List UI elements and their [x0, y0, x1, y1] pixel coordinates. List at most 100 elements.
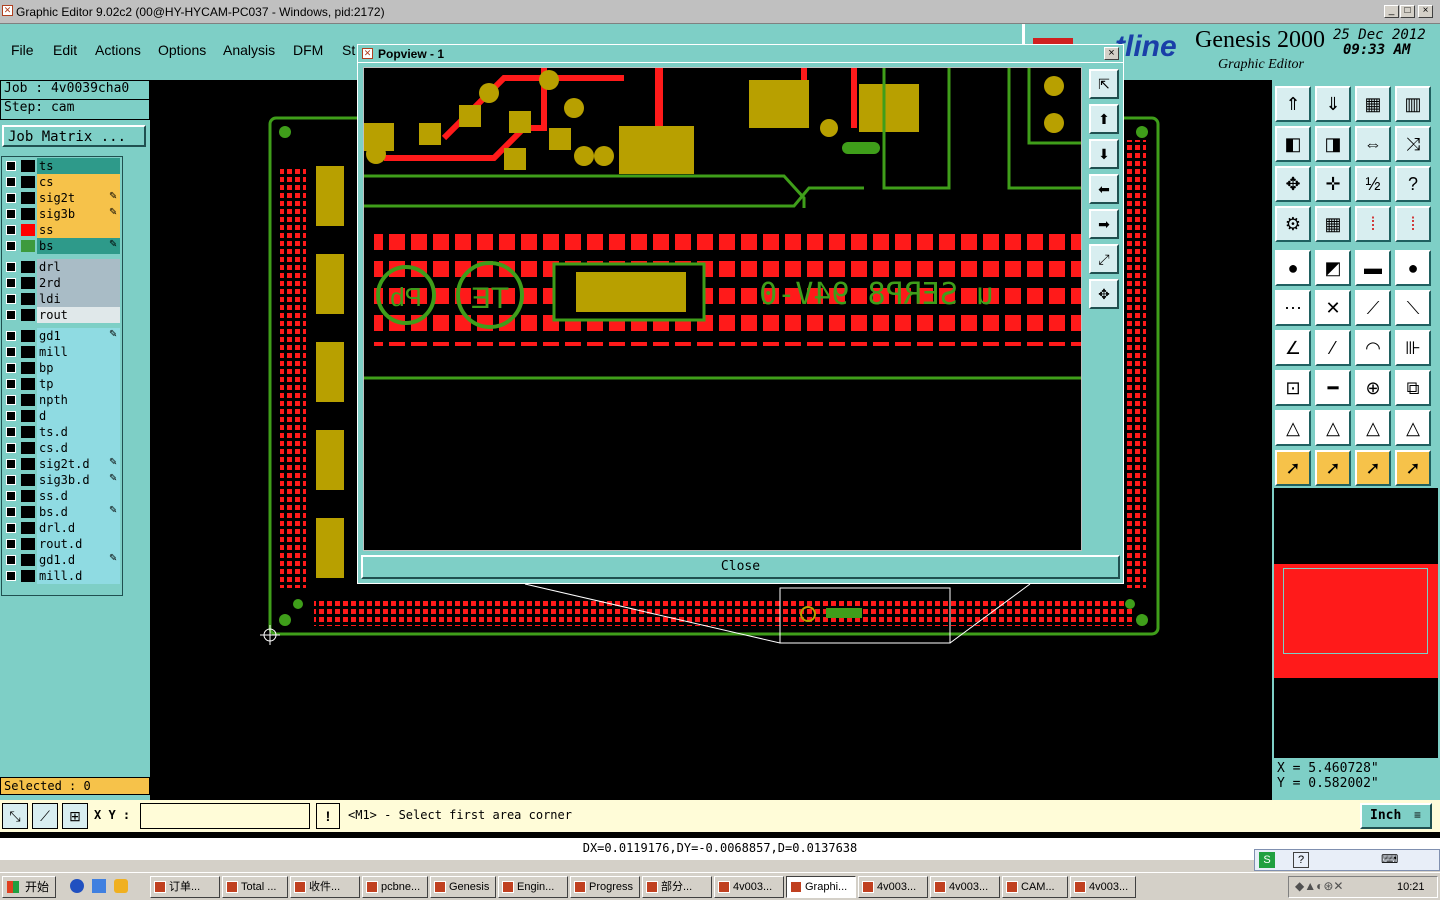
layer-checkbox[interactable]	[6, 395, 16, 405]
center-icon[interactable]: ⊕	[1355, 370, 1391, 406]
cross-icon[interactable]: ✕	[1315, 290, 1351, 326]
taskbar-item[interactable]: 4v003...	[714, 876, 784, 898]
layer-name[interactable]: drl	[37, 259, 120, 275]
quicklaunch-outlook-icon[interactable]	[92, 879, 106, 893]
layer-row-ss-d[interactable]: ss.d	[3, 488, 120, 504]
layer-color-swatch[interactable]	[21, 208, 35, 220]
unit-select[interactable]: Inch ≡	[1360, 803, 1432, 829]
alert-icon[interactable]: !	[316, 803, 340, 829]
layer-name[interactable]: ts.d	[37, 424, 120, 440]
layer-checkbox[interactable]	[6, 411, 16, 421]
layer-color-swatch[interactable]	[21, 293, 35, 305]
settings-icon[interactable]: ⚙	[1275, 206, 1311, 242]
pan-left-icon[interactable]: ⬅	[1089, 174, 1119, 204]
layer-color-swatch[interactable]	[21, 346, 35, 358]
layer-color-swatch[interactable]	[21, 538, 35, 550]
start-button[interactable]: 开始	[2, 876, 56, 898]
overview-map[interactable]	[1274, 488, 1438, 758]
select-circle-icon[interactable]: ➚	[1355, 450, 1391, 486]
layer-row-sig3b[interactable]: sig3b ✎	[3, 206, 120, 222]
layer-checkbox[interactable]	[6, 209, 16, 219]
layer-color-swatch[interactable]	[21, 474, 35, 486]
layer-color-swatch[interactable]	[21, 442, 35, 454]
select-icon[interactable]: ➚	[1275, 450, 1311, 486]
layer-color-swatch[interactable]	[21, 378, 35, 390]
popview-close-button[interactable]: Close	[361, 555, 1120, 579]
pan-up-icon[interactable]: ⇱	[1089, 69, 1119, 99]
taskbar-item[interactable]: Progress	[570, 876, 640, 898]
layer-name[interactable]: ss	[37, 222, 120, 238]
layer-row-sig2t[interactable]: sig2t ✎	[3, 190, 120, 206]
layer-name[interactable]: bp	[37, 360, 120, 376]
quicklaunch-ie-icon[interactable]	[70, 879, 84, 893]
menu-st[interactable]: St	[342, 42, 355, 58]
connect-icon[interactable]: ⋯	[1275, 290, 1311, 326]
layer-name[interactable]: d	[37, 408, 120, 424]
home-view-icon[interactable]: ✥	[1089, 279, 1119, 309]
highlight-icon[interactable]: ◩	[1315, 250, 1351, 286]
layer-row-ts-d[interactable]: ts.d	[3, 424, 120, 440]
layer-name[interactable]: drl.d	[37, 520, 120, 536]
taskbar-item[interactable]: 4v003...	[930, 876, 1000, 898]
menu-actions[interactable]: Actions	[95, 42, 141, 58]
job-matrix-button[interactable]: Job Matrix ...	[2, 125, 146, 147]
layer-color-swatch[interactable]	[21, 458, 35, 470]
menu-dfm[interactable]: DFM	[293, 42, 323, 58]
layer-checkbox[interactable]	[6, 310, 16, 320]
layer-color-swatch[interactable]	[21, 160, 35, 172]
layer-checkbox[interactable]	[6, 331, 16, 341]
quicklaunch-app-icon[interactable]	[114, 879, 128, 893]
layer-name[interactable]: cs.d	[37, 440, 120, 456]
menu-options[interactable]: Options	[158, 42, 206, 58]
popview-view[interactable]: Pb TE u SERP8 94V-0	[363, 67, 1082, 551]
layer-row-sig3b-d[interactable]: sig3b.d ✎	[3, 472, 120, 488]
triangle-c-icon[interactable]: △	[1355, 410, 1391, 446]
layer-name[interactable]: ss.d	[37, 488, 120, 504]
layer-color-swatch[interactable]	[21, 570, 35, 582]
move-down-icon[interactable]: ⇓	[1315, 86, 1351, 122]
maximize-button[interactable]: □	[1400, 5, 1415, 18]
layer-color-swatch[interactable]	[21, 176, 35, 188]
snap-grid-icon[interactable]: ⊞	[62, 803, 88, 829]
grid-icon[interactable]: ▦	[1315, 206, 1351, 242]
taskbar-item[interactable]: Genesis	[430, 876, 496, 898]
layer-checkbox[interactable]	[6, 571, 16, 581]
layer-checkbox[interactable]	[6, 507, 16, 517]
fit-view-icon[interactable]: ⤢	[1089, 244, 1119, 274]
layer-name[interactable]: bs	[37, 238, 120, 254]
popview-close-icon[interactable]: ×	[1104, 47, 1119, 60]
pan-left-icon[interactable]: ◧	[1275, 126, 1311, 162]
layer-color-swatch[interactable]	[21, 522, 35, 534]
fit-profile-icon[interactable]: ✛	[1315, 166, 1351, 202]
layer-row-ldi[interactable]: ldi	[3, 291, 120, 307]
taskbar-item[interactable]: 订单...	[150, 876, 220, 898]
flip-icon[interactable]: ⤨	[1395, 126, 1431, 162]
triangle-b-icon[interactable]: △	[1315, 410, 1351, 446]
layer-color-swatch[interactable]	[21, 224, 35, 236]
taskbar-item[interactable]: 收件...	[290, 876, 360, 898]
pan-right-icon[interactable]: ◨	[1315, 126, 1351, 162]
layer-checkbox[interactable]	[6, 523, 16, 533]
layer-name[interactable]: rout	[37, 307, 120, 323]
layer-name[interactable]: sig3b	[37, 206, 120, 222]
layer-checkbox[interactable]	[6, 193, 16, 203]
measure-icon[interactable]: ⟋	[32, 803, 58, 829]
layer-color-swatch[interactable]	[21, 554, 35, 566]
taskbar-item[interactable]: Graphi...	[786, 876, 856, 898]
query-icon[interactable]: ?	[1395, 166, 1431, 202]
layer-color-swatch[interactable]	[21, 192, 35, 204]
triangle-d-icon[interactable]: △	[1395, 410, 1431, 446]
layer-row-tp[interactable]: tp	[3, 376, 120, 392]
layer-row-drl[interactable]: drl	[3, 259, 120, 275]
layer-checkbox[interactable]	[6, 459, 16, 469]
ruler-icon[interactable]: ▬	[1355, 250, 1391, 286]
layer-row-gd1-d[interactable]: gd1.d ✎	[3, 552, 120, 568]
layer-color-swatch[interactable]	[21, 261, 35, 273]
layer-row-d[interactable]: d	[3, 408, 120, 424]
layer-checkbox[interactable]	[6, 294, 16, 304]
layer-name[interactable]: cs	[37, 174, 120, 190]
zoom-in-icon[interactable]: ⬆	[1089, 104, 1119, 134]
taskbar-item[interactable]: 4v003...	[858, 876, 928, 898]
layer-row-npth[interactable]: npth	[3, 392, 120, 408]
triangle-a-icon[interactable]: △	[1275, 410, 1311, 446]
